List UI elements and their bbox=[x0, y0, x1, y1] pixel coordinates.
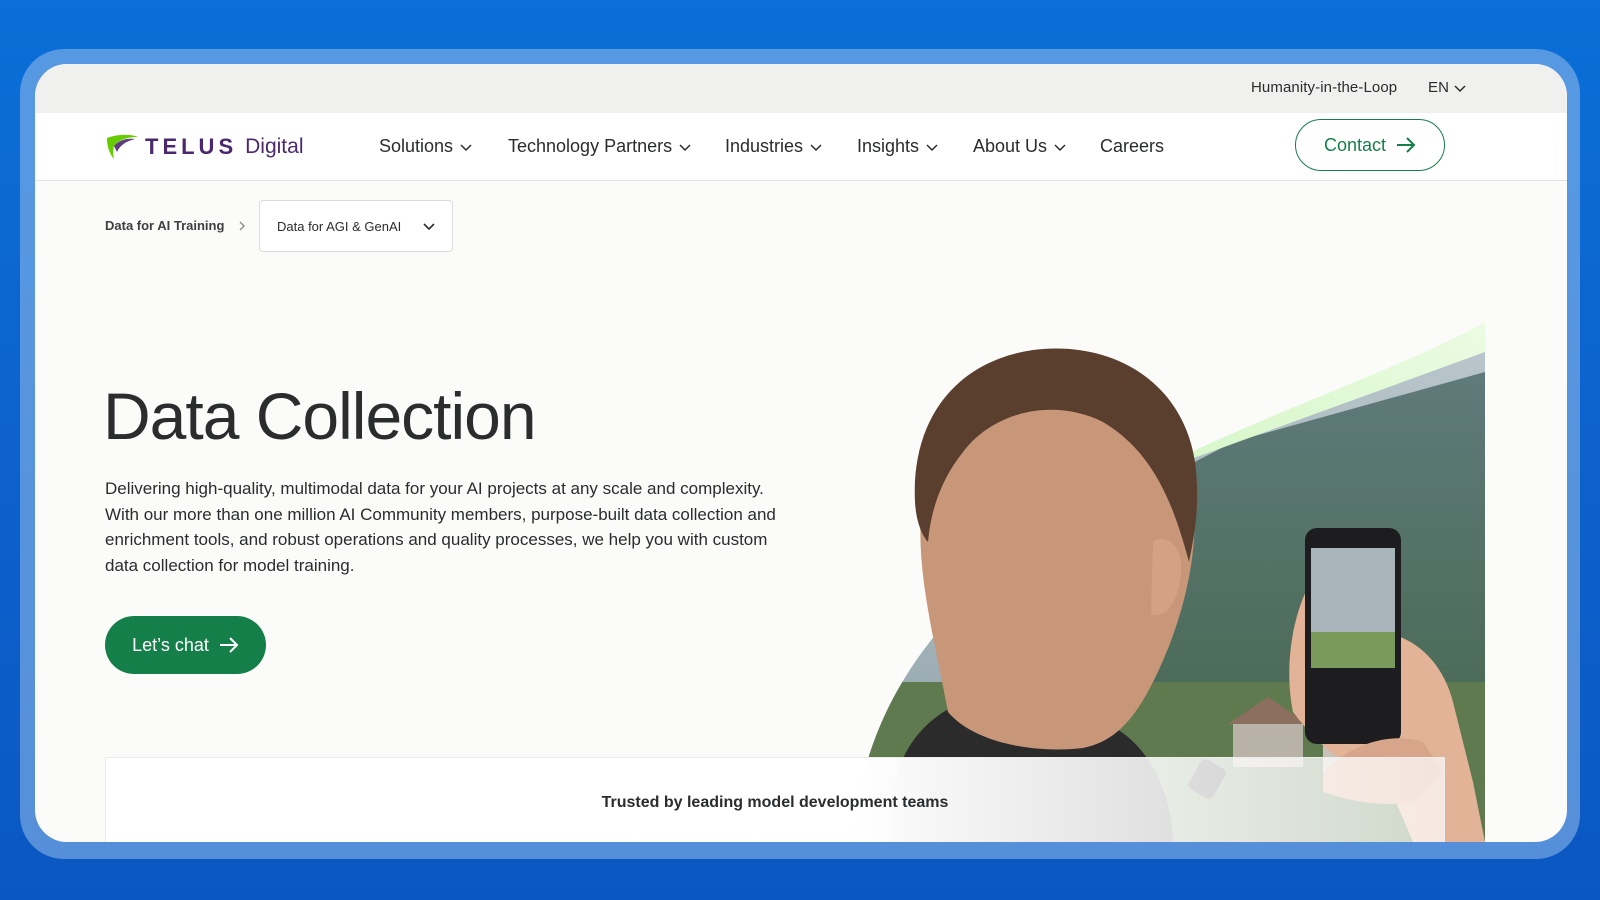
breadcrumb-section-dropdown[interactable]: Data for AGI & GenAI bbox=[259, 200, 453, 252]
telus-digital-logo[interactable]: TELUS Digital bbox=[105, 127, 303, 167]
telus-leaf-icon bbox=[107, 134, 138, 159]
page-title: Data Collection bbox=[103, 379, 537, 453]
utility-bar: Humanity-in-the-Loop EN bbox=[35, 64, 1567, 113]
chevron-down-icon bbox=[1454, 84, 1466, 92]
humanity-in-the-loop-link[interactable]: Humanity-in-the-Loop bbox=[1251, 79, 1397, 96]
chevron-down-icon bbox=[423, 223, 435, 231]
trusted-by-section: Trusted by leading model development tea… bbox=[105, 757, 1445, 842]
main-navigation: TELUS Digital Solutions Technology Partn… bbox=[35, 113, 1567, 181]
arrow-right-icon bbox=[219, 637, 239, 653]
nav-label: Insights bbox=[857, 136, 920, 156]
nav-industries[interactable]: Industries bbox=[725, 136, 823, 157]
nav-label: Careers bbox=[1100, 136, 1165, 156]
logo-subtitle: Digital bbox=[245, 135, 304, 158]
nav-technology-partners[interactable]: Technology Partners bbox=[508, 136, 692, 157]
nav-about-us[interactable]: About Us bbox=[973, 136, 1067, 157]
chevron-right-icon bbox=[239, 221, 246, 230]
chevron-down-icon bbox=[1054, 143, 1066, 151]
nav-solutions[interactable]: Solutions bbox=[379, 136, 473, 157]
chevron-down-icon bbox=[460, 143, 472, 151]
nav-label: Solutions bbox=[379, 136, 454, 156]
logo-wordmark: TELUS bbox=[145, 134, 238, 159]
breadcrumb-current-label: Data for AGI & GenAI bbox=[277, 218, 402, 234]
chevron-down-icon bbox=[926, 143, 938, 151]
trusted-by-heading: Trusted by leading model development tea… bbox=[601, 794, 949, 811]
contact-button[interactable]: Contact bbox=[1295, 119, 1445, 171]
contact-label: Contact bbox=[1323, 134, 1387, 155]
lets-chat-button[interactable]: Let’s chat bbox=[105, 616, 266, 674]
nav-label: About Us bbox=[973, 136, 1048, 156]
chevron-down-icon bbox=[679, 143, 691, 151]
language-label: EN bbox=[1428, 79, 1450, 96]
language-selector[interactable]: EN bbox=[1428, 79, 1467, 96]
nav-insights[interactable]: Insights bbox=[857, 136, 939, 157]
browser-window: Humanity-in-the-Loop EN TELUS Digital So… bbox=[35, 64, 1567, 842]
chevron-down-icon bbox=[810, 143, 822, 151]
nav-careers[interactable]: Careers bbox=[1100, 136, 1164, 157]
lets-chat-label: Let’s chat bbox=[132, 634, 209, 655]
arrow-right-icon bbox=[1397, 137, 1416, 153]
nav-label: Technology Partners bbox=[508, 136, 673, 156]
breadcrumb-data-for-ai-training[interactable]: Data for AI Training bbox=[105, 218, 224, 233]
nav-label: Industries bbox=[725, 136, 804, 156]
hero-description: Delivering high-quality, multimodal data… bbox=[105, 479, 776, 575]
breadcrumb: Data for AI Training bbox=[105, 218, 262, 233]
